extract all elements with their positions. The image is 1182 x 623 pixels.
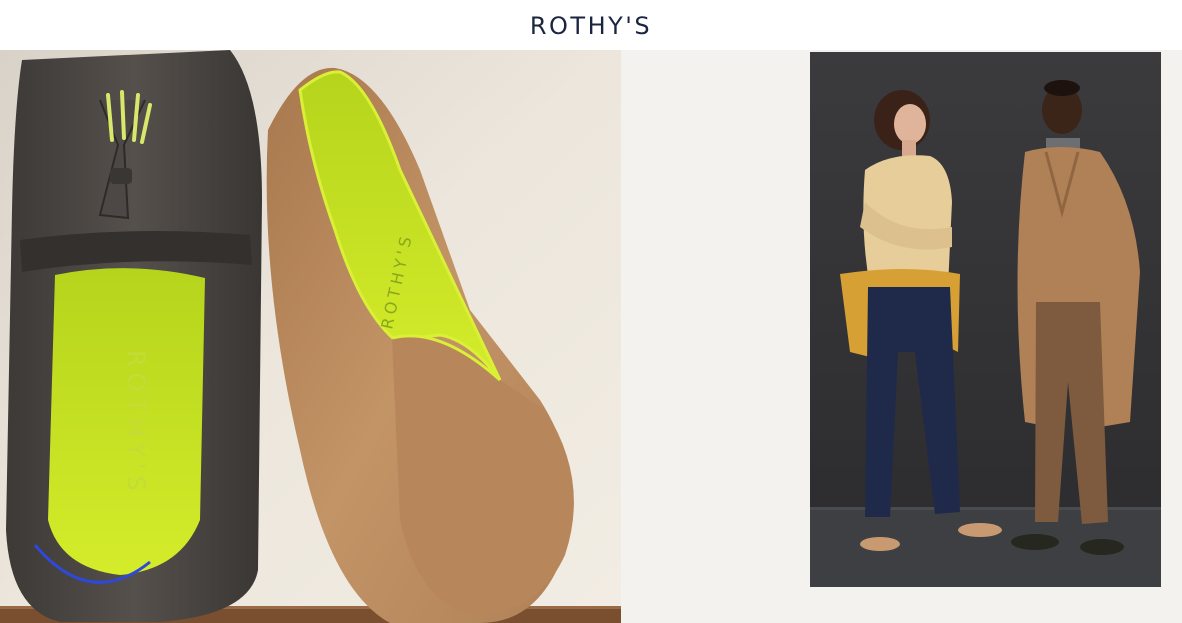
site-header: ROTHY'S <box>0 0 1182 50</box>
hero-left-image[interactable]: ROTHY'S ROTHY'S <box>0 50 621 623</box>
insole-print-left: ROTHY'S <box>122 350 150 497</box>
shoes-photo: ROTHY'S ROTHY'S <box>0 50 621 623</box>
models-photo <box>810 52 1161 587</box>
hero-right-panel <box>621 50 1182 623</box>
hero-right-image[interactable] <box>810 52 1161 587</box>
brand-logo[interactable]: ROTHY'S <box>530 12 652 38</box>
